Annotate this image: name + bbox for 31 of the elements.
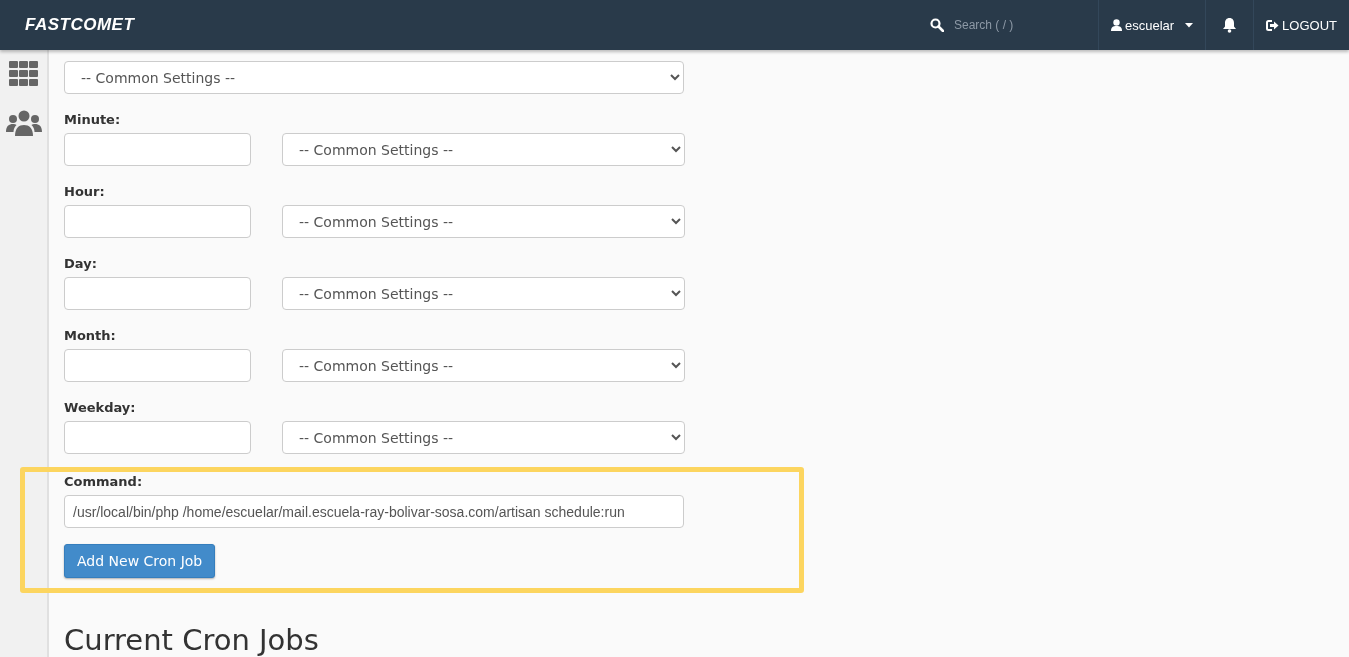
common-settings-dropdown[interactable]: -- Common Settings -- [282,421,685,454]
common-settings-dropdown[interactable]: -- Common Settings -- [282,133,685,166]
bell-icon[interactable] [1222,17,1238,33]
logout-button[interactable]: LOGOUT [1254,0,1349,50]
logout-icon [1266,19,1280,31]
common-settings-dropdown[interactable]: -- Common Settings -- [64,61,684,94]
input-field[interactable] [64,349,251,382]
search-field[interactable]: Search ( / ) [953,18,1054,32]
field-label: Hour: [64,183,106,201]
user-menu[interactable]: escuelar [1098,0,1206,50]
common-settings-dropdown[interactable]: -- Common Settings -- [282,277,685,310]
apps-grid-icon[interactable] [9,61,38,86]
input-field[interactable] [64,133,251,166]
command-field[interactable]: /usr/local/bin/php /home/escuelar/mail.escuela-ray-bolivar-sosa.com/artisan schedule:run [64,495,684,528]
input-field[interactable] [64,205,251,238]
section-heading: Current Cron Jobs [64,623,320,657]
users-icon[interactable] [5,110,42,136]
field-label: Command: [64,473,144,491]
common-settings-dropdown[interactable]: -- Common Settings -- [282,205,685,238]
search-icon [929,18,944,32]
field-label: Month: [64,327,117,345]
common-settings-dropdown[interactable]: -- Common Settings -- [282,349,685,382]
user-icon [1110,19,1122,31]
field-label: Day: [64,255,98,273]
add-cron-job-button[interactable]: Add New Cron Job [64,544,216,578]
caret-icon [1185,22,1194,28]
field-label: Minute: [64,111,122,129]
logo: FASTCOMET [25,15,135,35]
input-field[interactable] [64,277,251,310]
input-field[interactable] [64,421,251,454]
field-label: Weekday: [64,399,137,417]
